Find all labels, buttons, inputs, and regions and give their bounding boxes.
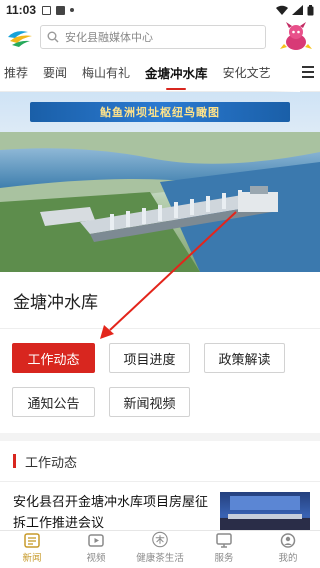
search-input[interactable]: 安化县融媒体中心 bbox=[40, 25, 266, 49]
tab-meishan[interactable]: 梅山有礼 bbox=[82, 64, 130, 81]
nav-news-label: 新闻 bbox=[22, 553, 42, 564]
status-time: 11:03 bbox=[6, 3, 37, 17]
work-updates-button[interactable]: 工作动态 bbox=[12, 343, 95, 373]
battery-icon bbox=[307, 4, 314, 15]
nav-service[interactable]: 服务 bbox=[192, 531, 256, 568]
notices-button[interactable]: 通知公告 bbox=[12, 387, 95, 417]
search-placeholder: 安化县融媒体中心 bbox=[65, 31, 153, 44]
news-video-button[interactable]: 新闻视频 bbox=[109, 387, 190, 417]
category-tabs: 推荐 要闻 梅山有礼 金塘冲水库 安化文艺 bbox=[0, 54, 320, 92]
status-right bbox=[276, 4, 314, 16]
tabs-fade bbox=[270, 54, 300, 92]
bottom-navigation: 新闻 视频 健康茶生活 服务 我的 bbox=[0, 530, 320, 568]
tab-recommend[interactable]: 推荐 bbox=[4, 64, 28, 81]
status-bar: 11:03 bbox=[0, 0, 320, 20]
search-icon bbox=[47, 31, 59, 43]
tab-anhua-arts[interactable]: 安化文艺 bbox=[223, 64, 271, 81]
nav-profile-label: 我的 bbox=[278, 553, 298, 564]
project-progress-button[interactable]: 项目进度 bbox=[109, 343, 190, 373]
section-title: 工作动态 bbox=[25, 455, 78, 471]
nav-video-label: 视频 bbox=[86, 553, 106, 564]
news-icon bbox=[24, 533, 40, 548]
policy-interpretation-button[interactable]: 政策解读 bbox=[204, 343, 285, 373]
mascot-icon[interactable] bbox=[278, 22, 314, 52]
category-button-grid: 工作动态 项目进度 政策解读 通知公告 新闻视频 bbox=[0, 329, 320, 417]
signal-icon bbox=[292, 5, 303, 15]
wifi-icon bbox=[276, 5, 288, 15]
tab-headlines[interactable]: 要闻 bbox=[43, 64, 67, 81]
tab-jintangchong-reservoir[interactable]: 金塘冲水库 bbox=[145, 63, 208, 82]
banner-title: 鲇鱼洲坝址枢纽鸟瞰图 bbox=[30, 102, 290, 122]
nav-profile[interactable]: 我的 bbox=[256, 531, 320, 568]
nav-tea-life-label: 健康茶生活 bbox=[136, 553, 184, 564]
video-icon bbox=[88, 534, 104, 547]
nav-video[interactable]: 视频 bbox=[64, 531, 128, 568]
dot-notification-icon bbox=[70, 8, 75, 12]
nav-tea-life[interactable]: 健康茶生活 bbox=[128, 531, 192, 568]
image-notification-icon bbox=[42, 5, 52, 15]
nav-service-label: 服务 bbox=[214, 553, 234, 564]
header: 安化县融媒体中心 bbox=[0, 20, 320, 54]
nav-news[interactable]: 新闻 bbox=[0, 531, 64, 568]
app-screen: 11:03 安化县融媒体中心 推荐 要闻 梅山有礼 金塘冲水库 安化文艺 鲇鱼洲… bbox=[0, 0, 320, 568]
section-separator bbox=[0, 433, 320, 441]
page-title: 金塘冲水库 bbox=[13, 292, 98, 313]
banner-image: 鲇鱼洲坝址枢纽鸟瞰图 bbox=[0, 92, 320, 272]
profile-icon bbox=[280, 533, 296, 548]
app-logo-icon[interactable] bbox=[6, 25, 34, 49]
menu-icon[interactable] bbox=[302, 66, 314, 81]
app-notification-icon bbox=[56, 5, 66, 15]
section-header: 工作动态 bbox=[0, 441, 320, 481]
news-item[interactable]: 安化县召开金塘冲水库项目房屋征拆工作推进会议 bbox=[0, 482, 320, 536]
service-icon bbox=[216, 533, 232, 548]
tea-icon bbox=[152, 531, 168, 548]
section-accent-bar bbox=[13, 454, 16, 468]
